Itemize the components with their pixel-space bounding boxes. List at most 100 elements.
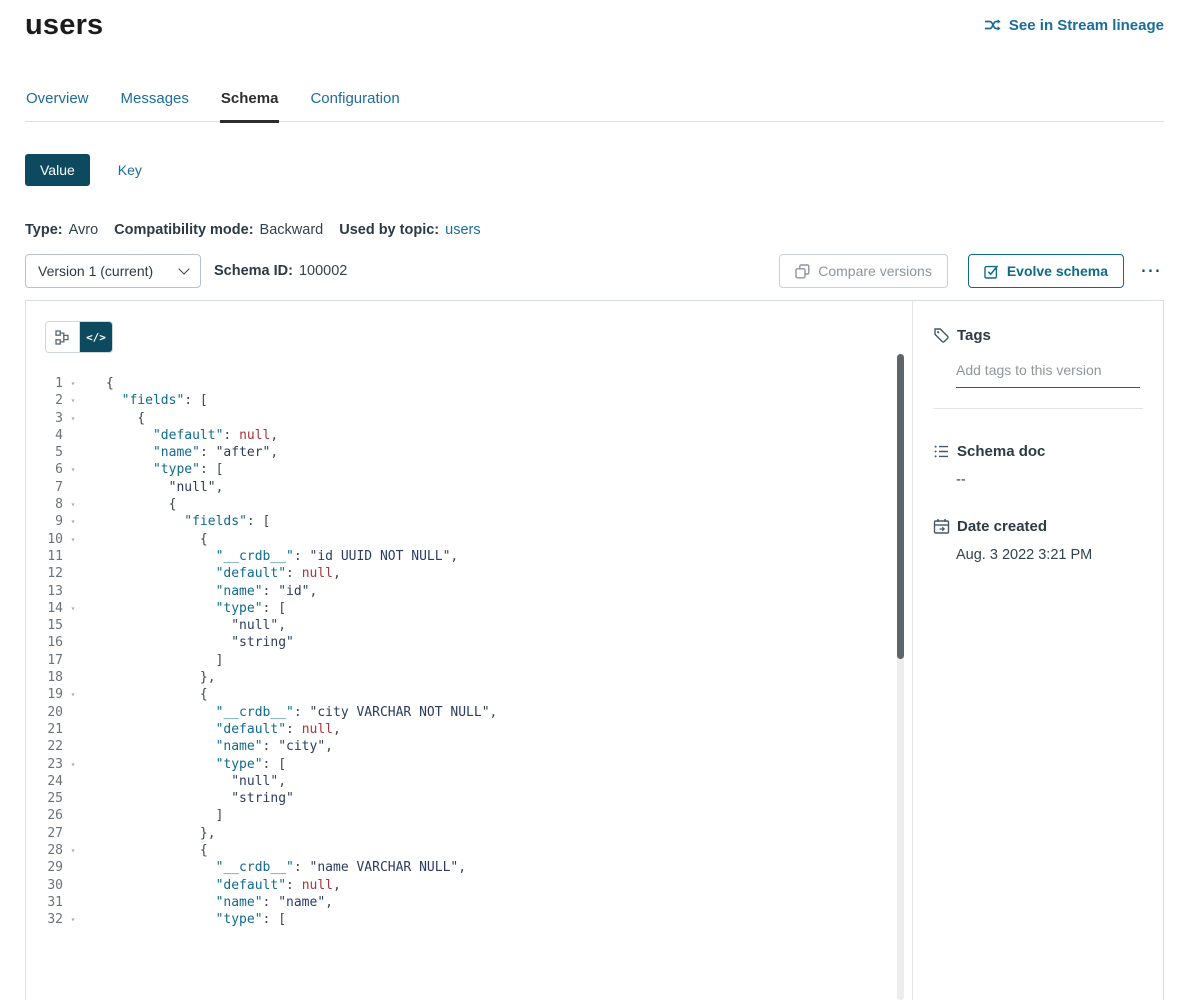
meta-topic: Used by topic: users — [339, 222, 480, 238]
code-text: "default": null, — [106, 565, 341, 582]
fold-gutter — [63, 548, 83, 565]
fold-toggle-icon[interactable]: ▾ — [63, 756, 83, 773]
code-line: 5 "name": "after", — [26, 444, 912, 461]
page-header: users See in Stream lineage — [25, 8, 1164, 42]
fold-toggle-icon[interactable]: ▾ — [63, 842, 83, 859]
code-text: "null", — [106, 617, 286, 634]
fold-gutter — [63, 565, 83, 582]
tab-schema[interactable]: Schema — [220, 90, 280, 123]
meta-compatibility: Compatibility mode: Backward — [114, 222, 323, 238]
compare-versions-button[interactable]: Compare versions — [779, 254, 948, 288]
meta-type-label: Type: — [25, 222, 63, 238]
date-created-value: Aug. 3 2022 3:21 PM — [956, 547, 1143, 563]
add-tags-input[interactable] — [956, 360, 1140, 388]
code-text: "__crdb__": "name VARCHAR NULL", — [106, 859, 466, 876]
tab-messages[interactable]: Messages — [120, 90, 190, 121]
tag-icon — [933, 327, 950, 344]
fold-toggle-icon[interactable]: ▾ — [63, 600, 83, 617]
line-number: 11 — [26, 548, 63, 565]
version-select[interactable]: Version 1 (current) — [25, 254, 201, 288]
code-text: "fields": [ — [106, 513, 270, 530]
schema-doc-heading: Schema doc — [933, 443, 1143, 460]
schema-id: Schema ID: 100002 — [214, 263, 347, 279]
code-text: }, — [106, 669, 216, 686]
evolve-schema-button[interactable]: Evolve schema — [968, 254, 1124, 288]
version-bar: Version 1 (current) Schema ID: 100002 Co… — [25, 254, 1164, 288]
meta-type: Type: Avro — [25, 222, 98, 238]
line-number: 3 — [26, 410, 63, 427]
schema-id-value: 100002 — [299, 263, 347, 279]
fold-toggle-icon[interactable]: ▾ — [63, 911, 83, 928]
code-view-icon: </> — [86, 331, 106, 344]
line-number: 9 — [26, 513, 63, 530]
line-number: 20 — [26, 704, 63, 721]
value-key-toggle: Value Key — [25, 154, 1164, 186]
fold-toggle-icon[interactable]: ▾ — [63, 496, 83, 513]
scrollbar-track[interactable] — [897, 354, 904, 1000]
topic-link[interactable]: users — [445, 222, 480, 238]
code-text: { — [106, 531, 208, 548]
code-line: 23▾ "type": [ — [26, 756, 912, 773]
fold-gutter — [63, 444, 83, 461]
code-line: 15 "null", — [26, 617, 912, 634]
code-view-button[interactable]: </> — [79, 322, 112, 352]
code-text: ] — [106, 807, 223, 824]
line-number: 24 — [26, 773, 63, 790]
fold-gutter — [63, 479, 83, 496]
fold-toggle-icon[interactable]: ▾ — [63, 410, 83, 427]
code-text: "null", — [106, 479, 223, 496]
code-text: "default": null, — [106, 877, 341, 894]
code-line: 26 ] — [26, 807, 912, 824]
code-line: 14▾ "type": [ — [26, 600, 912, 617]
fold-toggle-icon[interactable]: ▾ — [63, 513, 83, 530]
line-number: 1 — [26, 375, 63, 392]
fold-toggle-icon[interactable]: ▾ — [63, 686, 83, 703]
line-number: 18 — [26, 669, 63, 686]
fold-toggle-icon[interactable]: ▾ — [63, 531, 83, 548]
fold-gutter — [63, 583, 83, 600]
code-line: 17 ] — [26, 652, 912, 669]
line-number: 25 — [26, 790, 63, 807]
code-line: 31 "name": "name", — [26, 894, 912, 911]
fold-gutter — [63, 652, 83, 669]
date-created-title: Date created — [957, 518, 1047, 535]
line-number: 5 — [26, 444, 63, 461]
line-number: 26 — [26, 807, 63, 824]
tree-view-button[interactable] — [46, 322, 79, 352]
sidebar-divider — [933, 408, 1143, 409]
line-number: 13 — [26, 583, 63, 600]
code-line: 4 "default": null, — [26, 427, 912, 444]
schema-page: users See in Stream lineage Overview Mes… — [0, 8, 1189, 1000]
line-number: 12 — [26, 565, 63, 582]
code-text: ] — [106, 652, 223, 669]
code-line: 3▾ { — [26, 410, 912, 427]
code-text: { — [106, 686, 208, 703]
calendar-icon — [933, 518, 950, 535]
fold-toggle-icon[interactable]: ▾ — [63, 461, 83, 478]
schema-meta: Type: Avro Compatibility mode: Backward … — [25, 222, 1164, 238]
scrollbar-thumb[interactable] — [897, 354, 904, 659]
fold-gutter — [63, 773, 83, 790]
stream-lineage-link[interactable]: See in Stream lineage — [984, 17, 1164, 34]
fold-gutter — [63, 721, 83, 738]
tab-configuration[interactable]: Configuration — [309, 90, 400, 121]
more-options-button[interactable]: ⋯ — [1138, 262, 1164, 280]
line-number: 15 — [26, 617, 63, 634]
code-line: 24 "null", — [26, 773, 912, 790]
value-toggle-button[interactable]: Value — [25, 154, 90, 186]
line-number: 27 — [26, 825, 63, 842]
line-number: 31 — [26, 894, 63, 911]
code-line: 21 "default": null, — [26, 721, 912, 738]
tab-overview[interactable]: Overview — [25, 90, 90, 121]
code-line: 25 "string" — [26, 790, 912, 807]
line-number: 21 — [26, 721, 63, 738]
key-toggle-button[interactable]: Key — [112, 161, 148, 179]
code-line: 18 }, — [26, 669, 912, 686]
code-text: "type": [ — [106, 461, 223, 478]
code-line: 1▾{ — [26, 375, 912, 392]
fold-toggle-icon[interactable]: ▾ — [63, 392, 83, 409]
fold-gutter — [63, 859, 83, 876]
line-number: 10 — [26, 531, 63, 548]
code-text: "__crdb__": "city VARCHAR NOT NULL", — [106, 704, 497, 721]
fold-toggle-icon[interactable]: ▾ — [63, 375, 83, 392]
